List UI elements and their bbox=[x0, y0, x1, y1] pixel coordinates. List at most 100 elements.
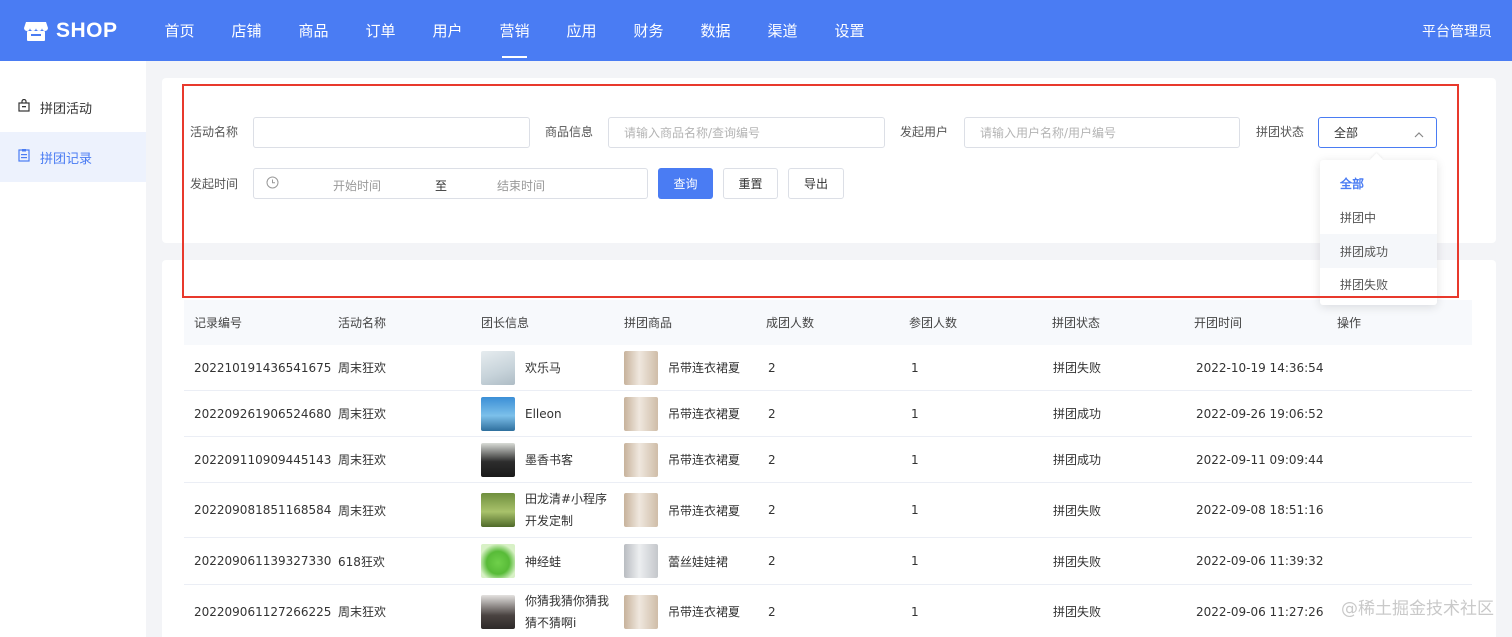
logo-text: SHOP bbox=[56, 19, 118, 42]
activity-name-field[interactable] bbox=[253, 117, 530, 148]
product-info: 吊带连衣裙夏 bbox=[624, 437, 740, 482]
table-row[interactable]: 202209061127266225 周末狂欢 你猜我猜你猜我猜不猜啊i 吊带连… bbox=[184, 585, 1472, 637]
leader-name: 神经蛙 bbox=[525, 554, 562, 569]
nav-item-channels[interactable]: 渠道 bbox=[749, 0, 816, 61]
column-header-group-size: 成团人数 bbox=[766, 316, 815, 330]
product-info: 吊带连衣裙夏 bbox=[624, 391, 740, 436]
table-row[interactable]: 202209261906524680 周末狂欢 Elleon 吊带连衣裙夏 2 … bbox=[184, 391, 1472, 437]
dropdown-option-all[interactable]: 全部 bbox=[1320, 166, 1437, 200]
product-info: 吊带连衣裙夏 bbox=[624, 585, 740, 637]
end-time-input[interactable]: 结束时间 bbox=[497, 177, 545, 194]
initiator-field[interactable] bbox=[964, 117, 1240, 148]
product-info-label: 商品信息 bbox=[545, 125, 594, 139]
joined-count: 1 bbox=[911, 406, 919, 421]
column-header-leader: 团长信息 bbox=[481, 316, 530, 330]
leader-info: Elleon bbox=[481, 391, 562, 436]
product-name: 蕾丝娃娃裙 bbox=[668, 554, 729, 569]
nav-item-finance[interactable]: 财务 bbox=[615, 0, 682, 61]
activity-name-input[interactable] bbox=[269, 125, 529, 140]
nav-item-data[interactable]: 数据 bbox=[682, 0, 749, 61]
product-info: 蕾丝娃娃裙 bbox=[624, 538, 728, 584]
dropdown-option-success[interactable]: 拼团成功 bbox=[1320, 234, 1437, 268]
product-name: 吊带连衣裙夏 bbox=[668, 605, 741, 619]
leader-info: 你猜我猜你猜我猜不猜啊i bbox=[481, 585, 615, 637]
avatar bbox=[481, 442, 515, 477]
product-thumbnail bbox=[624, 544, 658, 578]
group-size: 2 bbox=[768, 554, 776, 568]
start-time-input[interactable]: 开始时间 bbox=[333, 177, 381, 194]
joined-count: 1 bbox=[911, 554, 919, 568]
nav-item-users[interactable]: 用户 bbox=[414, 0, 481, 61]
nav-item-settings[interactable]: 设置 bbox=[816, 0, 883, 61]
product-thumbnail bbox=[624, 493, 658, 527]
nav-item-store[interactable]: 店铺 bbox=[213, 0, 280, 61]
column-header-start-time: 开团时间 bbox=[1194, 316, 1243, 330]
product-thumbnail bbox=[624, 442, 658, 477]
table-header: 记录编号 活动名称 团长信息 拼团商品 成团人数 参团人数 拼团状态 开团时间 … bbox=[184, 300, 1472, 345]
start-time: 2022-10-19 14:36:54 bbox=[1196, 360, 1324, 375]
leader-info: 欢乐马 bbox=[481, 345, 561, 390]
activity-name: 周末狂欢 bbox=[338, 453, 387, 467]
table-row[interactable]: 202209061139327330 618狂欢 神经蛙 蕾丝娃娃裙 2 1 拼… bbox=[184, 538, 1472, 585]
query-button[interactable]: 查询 bbox=[658, 168, 713, 199]
clipboard-icon bbox=[18, 148, 40, 166]
top-header: SHOP 首页 店铺 商品 订单 用户 营销 应用 财务 数据 渠道 设置 平台… bbox=[0, 0, 1512, 61]
record-id: 202209110909445143 bbox=[194, 452, 332, 467]
product-thumbnail bbox=[624, 594, 658, 629]
initiator-input[interactable] bbox=[980, 125, 1239, 140]
start-time: 2022-09-06 11:39:32 bbox=[1196, 554, 1324, 568]
avatar bbox=[481, 493, 515, 527]
sidebar-item-group-records[interactable]: 拼团记录 bbox=[0, 132, 146, 182]
joined-count: 1 bbox=[911, 604, 919, 619]
status-dropdown: 全部 拼团中 拼团成功 拼团失败 bbox=[1320, 160, 1437, 305]
start-time: 2022-09-26 19:06:52 bbox=[1196, 406, 1324, 421]
status-select[interactable]: 全部 bbox=[1318, 117, 1437, 148]
column-header-product: 拼团商品 bbox=[624, 316, 673, 330]
leader-info: 神经蛙 bbox=[481, 538, 561, 584]
joined-count: 1 bbox=[911, 360, 919, 375]
column-header-actions: 操作 bbox=[1337, 316, 1362, 330]
nav-item-products[interactable]: 商品 bbox=[280, 0, 347, 61]
product-info-field[interactable] bbox=[608, 117, 885, 148]
status-select-value: 全部 bbox=[1334, 126, 1359, 140]
leader-name: Elleon bbox=[525, 406, 562, 421]
table-row[interactable]: 202209081851168584 周末狂欢 田龙清#小程序开发定制 吊带连衣… bbox=[184, 483, 1472, 538]
sidebar-item-label: 拼团活动 bbox=[40, 101, 93, 117]
nav-item-apps[interactable]: 应用 bbox=[548, 0, 615, 61]
table-row[interactable]: 202209110909445143 周末狂欢 墨香书客 吊带连衣裙夏 2 1 … bbox=[184, 437, 1472, 483]
nav-item-orders[interactable]: 订单 bbox=[347, 0, 414, 61]
nav-item-marketing[interactable]: 营销 bbox=[481, 0, 548, 61]
table-row[interactable]: 202210191436541675 周末狂欢 欢乐马 吊带连衣裙夏 2 1 拼… bbox=[184, 345, 1472, 391]
activity-name: 618狂欢 bbox=[338, 554, 385, 569]
group-size: 2 bbox=[768, 503, 776, 517]
status-text: 拼团成功 bbox=[1053, 453, 1102, 467]
activity-name: 周末狂欢 bbox=[338, 361, 387, 375]
nav-item-home[interactable]: 首页 bbox=[146, 0, 213, 61]
leader-name: 墨香书客 bbox=[525, 453, 574, 467]
sidebar-item-group-activity[interactable]: 拼团活动 bbox=[0, 82, 146, 132]
dropdown-option-failed[interactable]: 拼团失败 bbox=[1320, 267, 1437, 301]
leader-name: 你猜我猜你猜我猜不猜啊i bbox=[525, 593, 610, 630]
start-time: 2022-09-06 11:27:26 bbox=[1196, 604, 1324, 619]
status-label: 拼团状态 bbox=[1256, 125, 1305, 139]
group-size: 2 bbox=[768, 604, 776, 619]
dropdown-option-in-progress[interactable]: 拼团中 bbox=[1320, 200, 1437, 234]
column-header-status: 拼团状态 bbox=[1052, 316, 1101, 330]
export-button[interactable]: 导出 bbox=[788, 168, 844, 199]
activity-name: 周末狂欢 bbox=[338, 503, 387, 518]
status-text: 拼团成功 bbox=[1053, 407, 1102, 421]
product-info-input[interactable] bbox=[624, 125, 884, 140]
reset-button[interactable]: 重置 bbox=[723, 168, 778, 199]
date-range-picker[interactable] bbox=[253, 168, 648, 199]
column-header-activity: 活动名称 bbox=[338, 316, 387, 330]
product-info: 吊带连衣裙夏 bbox=[624, 483, 740, 537]
leader-name: 欢乐马 bbox=[525, 361, 562, 375]
start-time: 2022-09-08 18:51:16 bbox=[1196, 503, 1324, 517]
watermark: @稀土掘金技术社区 bbox=[1341, 599, 1494, 619]
activity-name-label: 活动名称 bbox=[190, 125, 239, 139]
filter-panel bbox=[162, 78, 1496, 243]
admin-user-menu[interactable]: 平台管理员 bbox=[1422, 0, 1492, 61]
product-name: 吊带连衣裙夏 bbox=[668, 361, 741, 375]
product-name: 吊带连衣裙夏 bbox=[668, 407, 741, 421]
logo[interactable]: SHOP bbox=[24, 17, 118, 45]
